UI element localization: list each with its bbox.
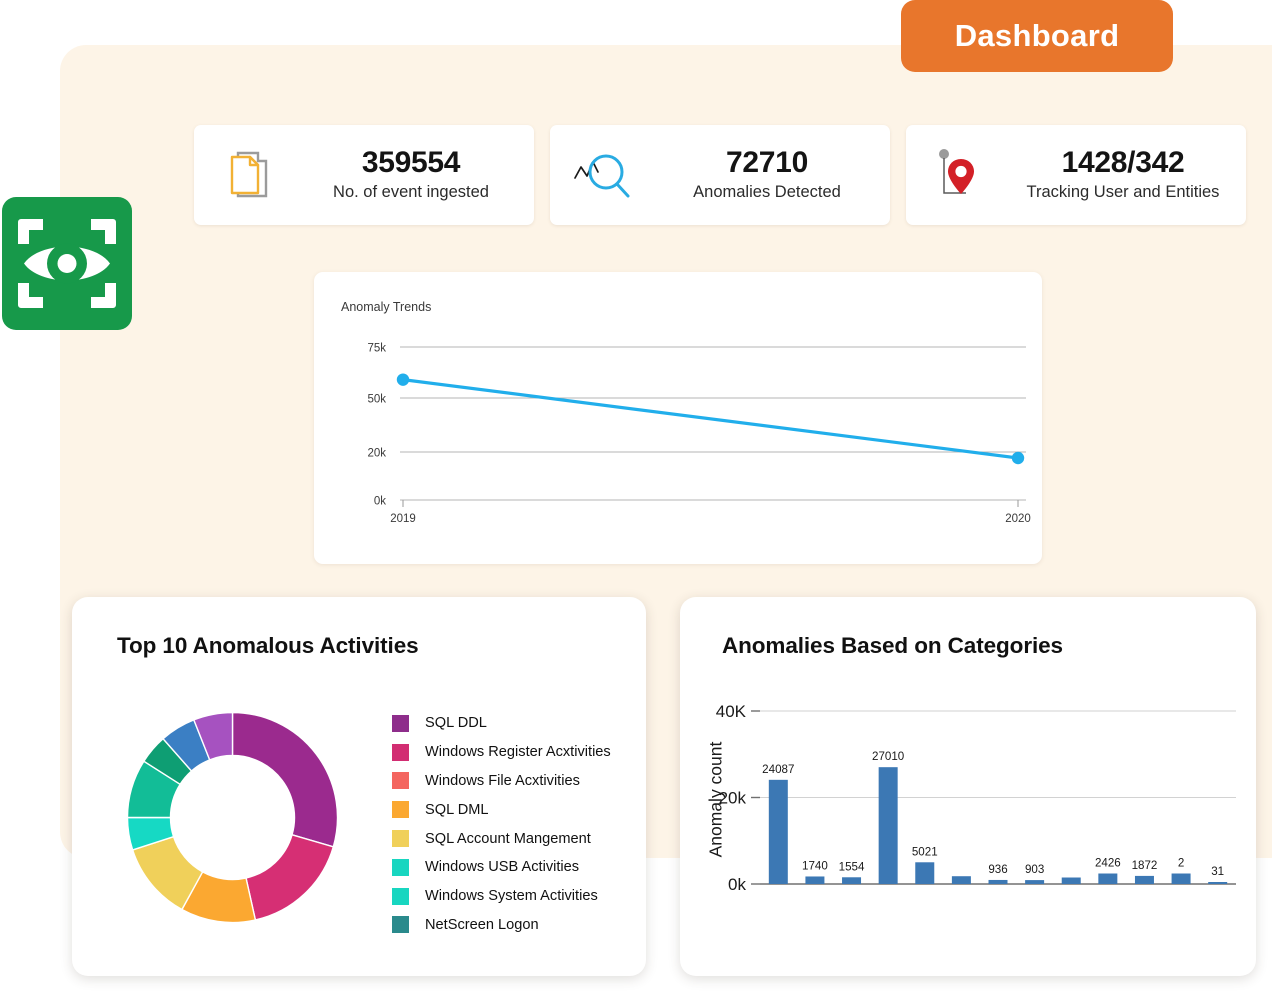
bar-value-label: 1872 [1132,859,1158,872]
top-anomalous-activities-title: Top 10 Anomalous Activities [117,633,419,659]
kpi-card-tracking: 1428/342 Tracking User and Entities [906,125,1246,225]
legend-label: Windows System Activities [425,888,598,904]
bar-value-label: 5021 [912,845,938,858]
legend-item[interactable]: Windows USB Activities [392,853,611,882]
bar-value-label: 2426 [1095,857,1121,870]
legend-item[interactable]: Windows Register Acxtivities [392,738,611,767]
bar-chart-y-tick: 0k [728,875,746,894]
bar-value-label: 903 [1025,863,1044,876]
bar-chart-svg: 0k20k40K24087174015542701050219369032426… [680,689,1256,969]
bar [879,767,898,884]
bar-value-label: 1554 [839,860,865,873]
kpi-value-anomalies: 72710 [660,146,874,180]
bar [842,877,861,884]
legend-swatch [392,772,409,789]
legend-label: SQL DDL [425,715,487,731]
anomaly-trends-line-chart: 75k 50k 20k 0k 2019 2020 [314,272,1042,564]
bar [915,862,934,884]
bar-chart-y-tick: 40K [716,702,747,721]
legend-item[interactable]: Windows File Acxtivities [392,767,611,796]
kpi-text-events: 359554 No. of event ingested [304,146,534,203]
legend-label: Windows File Acxtivities [425,773,580,789]
dashboard-title-label: Dashboard [955,18,1120,54]
dashboard-title-badge: Dashboard [901,0,1173,72]
line-chart-x-tick: 2020 [1005,513,1031,525]
bar [989,880,1008,884]
donut-slice [246,835,333,920]
donut-chart [120,705,345,937]
line-chart-data-point [1012,452,1024,464]
line-chart-data-point [397,373,409,385]
bar [952,876,971,884]
dashboard-screenshot: Dashboard 359554 No. of event ingested [0,0,1272,995]
donut-slice [233,713,338,847]
legend-item[interactable]: Windows System Activities [392,882,611,911]
bar [1025,880,1044,884]
legend-swatch [392,715,409,732]
kpi-value-tracking: 1428/342 [1016,146,1230,180]
anomalies-by-category-title: Anomalies Based on Categories [722,633,1063,659]
bar [1098,874,1117,884]
bar-value-label: 936 [988,863,1007,876]
kpi-label-anomalies: Anomalies Detected [660,182,874,203]
legend-swatch [392,859,409,876]
bar [1135,876,1154,884]
legend-item[interactable]: NetScreen Logon [392,911,611,940]
kpi-card-events: 359554 No. of event ingested [194,125,534,225]
kpi-label-tracking: Tracking User and Entities [1016,182,1230,203]
bar [769,780,788,884]
kpi-card-anomalies: 72710 Anomalies Detected [550,125,890,225]
legend-label: SQL Account Mangement [425,831,591,847]
bar [1208,882,1227,884]
anomaly-trends-card: Anomaly Trends 75k50k20k0k20192020 [314,272,1042,564]
legend-label: Windows USB Activities [425,859,579,875]
line-chart-y-tick: 20k [367,448,386,460]
line-chart-y-tick: 0k [374,496,386,508]
bar [1172,874,1191,884]
legend-item[interactable]: SQL Account Mangement [392,824,611,853]
bar [805,876,824,884]
legend-label: NetScreen Logon [425,917,539,933]
map-pin-icon [906,146,1016,204]
legend-swatch [392,830,409,847]
search-anomaly-icon [550,148,660,202]
legend-label: Windows Register Acxtivities [425,744,611,760]
bar-value-label: 24087 [762,763,794,776]
legend-swatch [392,744,409,761]
anomalies-by-category-panel: Anomalies Based on Categories Anomaly co… [680,597,1256,976]
bar-value-label: 31 [1211,865,1224,878]
legend-item[interactable]: SQL DML [392,795,611,824]
line-chart-y-tick: 50k [367,394,386,406]
line-chart-x-tick: 2019 [390,513,416,525]
bar-value-label: 1740 [802,859,828,872]
legend-label: SQL DML [425,802,489,818]
bar-chart: Anomaly count 0k20k40K240871740155427010… [680,689,1256,969]
document-icon [194,149,304,201]
legend-swatch [392,916,409,933]
legend-swatch [392,888,409,905]
kpi-text-anomalies: 72710 Anomalies Detected [660,146,890,203]
eye-scan-icon [2,197,132,330]
line-chart-y-tick: 75k [367,343,386,355]
kpi-text-tracking: 1428/342 Tracking User and Entities [1016,146,1246,203]
top-anomalous-activities-panel: Top 10 Anomalous Activities SQL DDL Windo… [72,597,646,976]
kpi-value-events: 359554 [304,146,518,180]
bar-value-label: 2 [1178,857,1184,870]
donut-legend: SQL DDL Windows Register Acxtivities Wind… [392,709,611,939]
bar-chart-y-axis-label: Anomaly count [706,730,727,870]
bar-value-label: 27010 [872,750,904,763]
legend-swatch [392,801,409,818]
legend-item[interactable]: SQL DDL [392,709,611,738]
bar [1062,878,1081,884]
kpi-label-events: No. of event ingested [304,182,518,203]
